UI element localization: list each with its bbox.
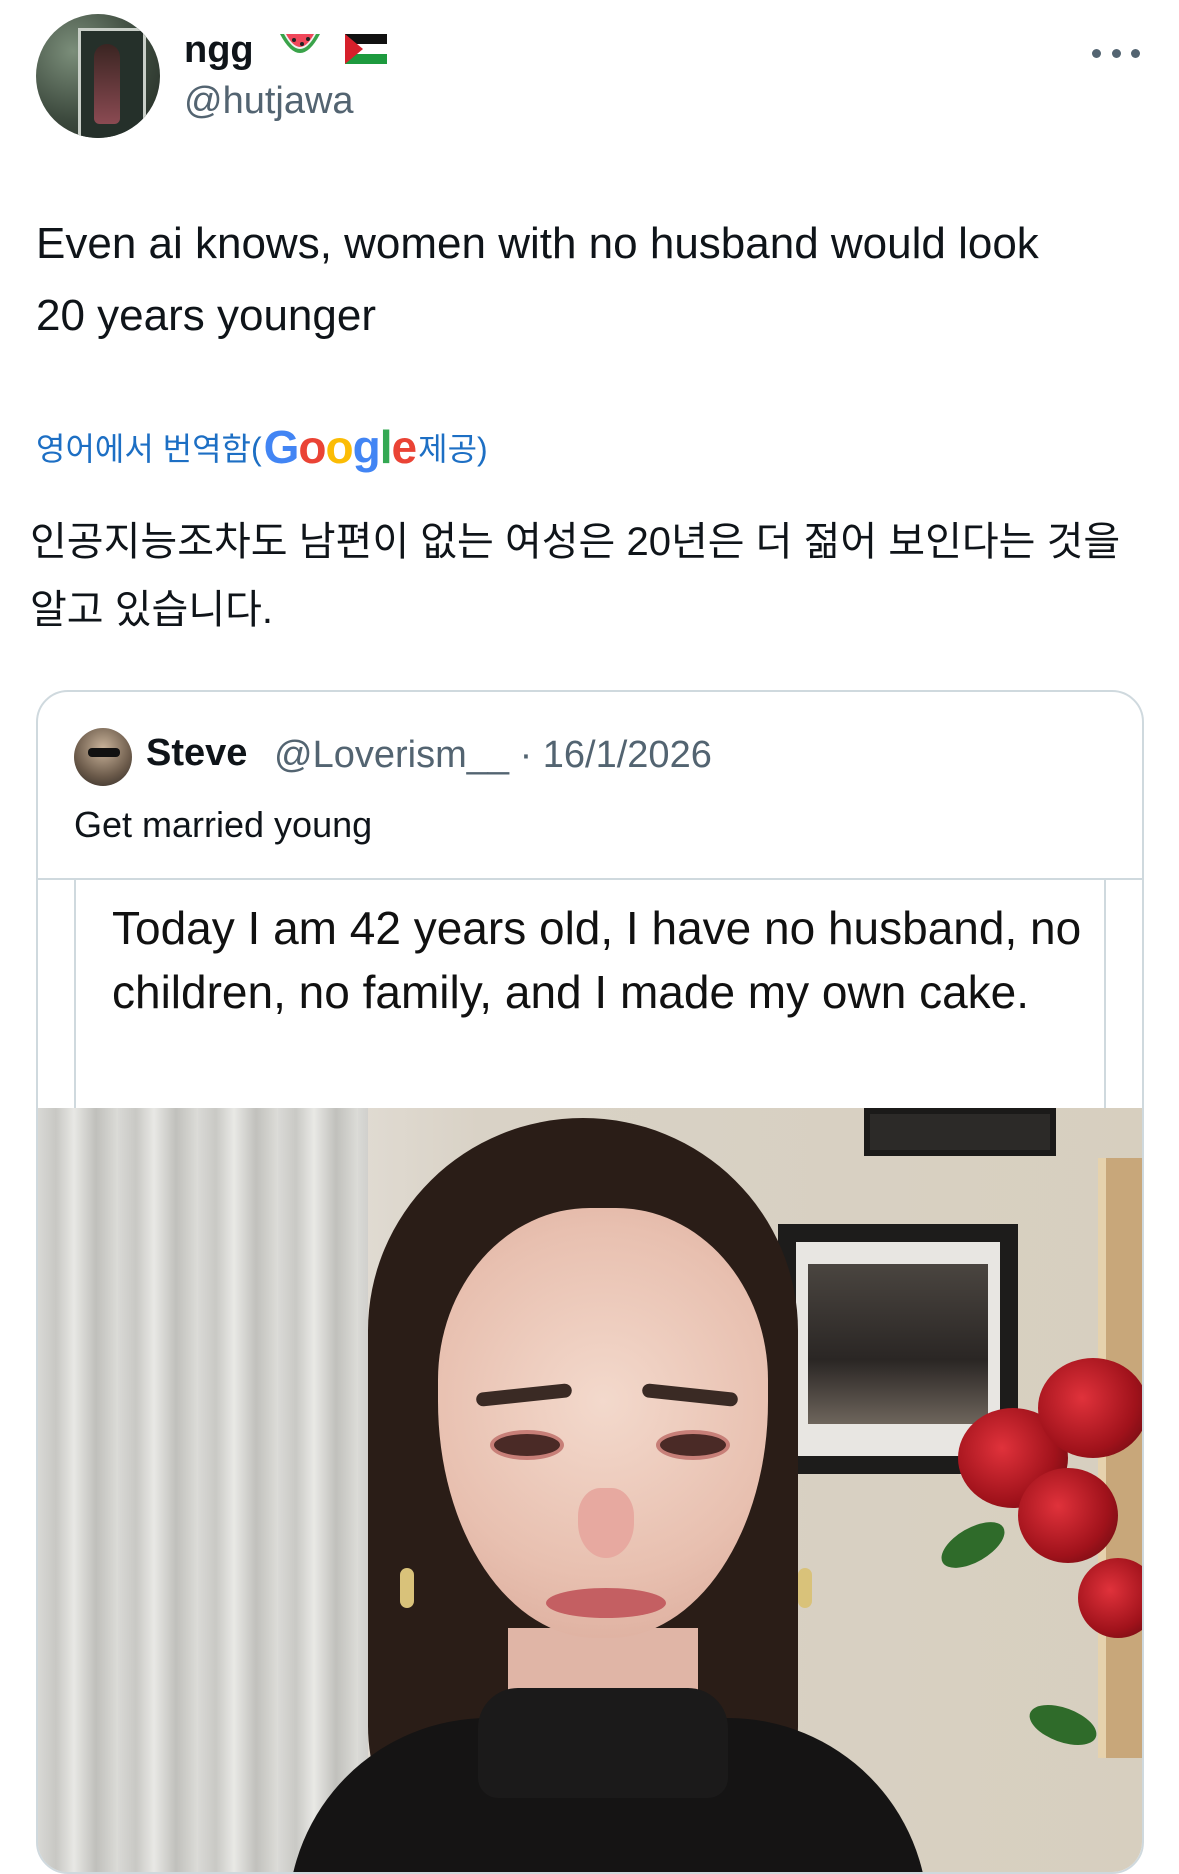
photo-wall-frame-top bbox=[864, 1108, 1056, 1156]
translation-label-prefix: 영어에서 번역함( bbox=[36, 431, 262, 467]
photo-nose bbox=[578, 1488, 634, 1558]
quoted-tweet-text: Get married young bbox=[74, 804, 373, 845]
quoted-tweet-date[interactable]: 16/1/2026 bbox=[543, 734, 712, 776]
photo-right-eye bbox=[656, 1430, 730, 1460]
photo-left-earring bbox=[400, 1568, 414, 1608]
photo-turtleneck-collar bbox=[478, 1688, 728, 1798]
more-dot bbox=[1092, 48, 1101, 58]
media-caption-text: Today I am 42 years old, I have no husba… bbox=[112, 902, 1082, 1018]
photo-rose-leaf bbox=[1024, 1697, 1102, 1753]
author-name-text: ngg bbox=[184, 29, 254, 72]
media-photo[interactable] bbox=[38, 1108, 1142, 1872]
quoted-tweet-media[interactable]: Today I am 42 years old, I have no husba… bbox=[38, 878, 1142, 1872]
photo-rose bbox=[1038, 1358, 1142, 1458]
more-dot bbox=[1111, 48, 1121, 58]
author-avatar[interactable] bbox=[36, 14, 160, 138]
quoted-author-handle[interactable]: @Loverism__ bbox=[274, 734, 509, 776]
tweet-text: Even ai knows, women with no husband wou… bbox=[36, 219, 1039, 340]
photo-mouth bbox=[546, 1588, 666, 1618]
more-options-icon[interactable] bbox=[1092, 38, 1140, 68]
media-caption-frame: Today I am 42 years old, I have no husba… bbox=[74, 880, 1106, 1108]
google-logo: Google bbox=[263, 421, 417, 473]
photo-rose-leaf bbox=[934, 1512, 1012, 1578]
more-dot bbox=[1131, 48, 1140, 58]
translated-text: 인공지능조차도 남편이 없는 여성은 20년은 더 젊어 보인다는 것을 알고 … bbox=[30, 520, 1121, 632]
photo-wall-frame-right bbox=[1098, 1158, 1142, 1758]
photo-frame-picture bbox=[808, 1264, 988, 1424]
author-handle[interactable]: @hutjawa bbox=[184, 80, 354, 123]
quoted-author-name[interactable]: Steve bbox=[146, 732, 247, 775]
watermelon-icon bbox=[278, 28, 322, 76]
avatar-figure bbox=[94, 44, 120, 124]
quoted-author-avatar[interactable] bbox=[74, 728, 132, 786]
photo-right-earring bbox=[798, 1568, 812, 1608]
quoted-author-meta: @Loverism__ · 16/1/2026 bbox=[274, 734, 712, 777]
sunglasses-shape bbox=[88, 748, 120, 757]
photo-rose bbox=[1018, 1468, 1118, 1563]
meta-separator: · bbox=[519, 734, 533, 776]
photo-left-eye bbox=[490, 1430, 564, 1460]
translation-label-suffix: 제공) bbox=[418, 431, 488, 467]
photo-curtain bbox=[38, 1108, 368, 1872]
media-caption-area: Today I am 42 years old, I have no husba… bbox=[38, 880, 1142, 1108]
author-display-name[interactable]: ngg bbox=[184, 28, 387, 76]
photo-rose bbox=[1078, 1558, 1142, 1638]
quoted-tweet-card[interactable]: Steve @Loverism__ · 16/1/2026 Get marrie… bbox=[36, 690, 1144, 1874]
palestine-flag-icon bbox=[344, 31, 387, 74]
translation-attribution[interactable]: 영어에서 번역함( Google 제공) bbox=[36, 420, 488, 474]
